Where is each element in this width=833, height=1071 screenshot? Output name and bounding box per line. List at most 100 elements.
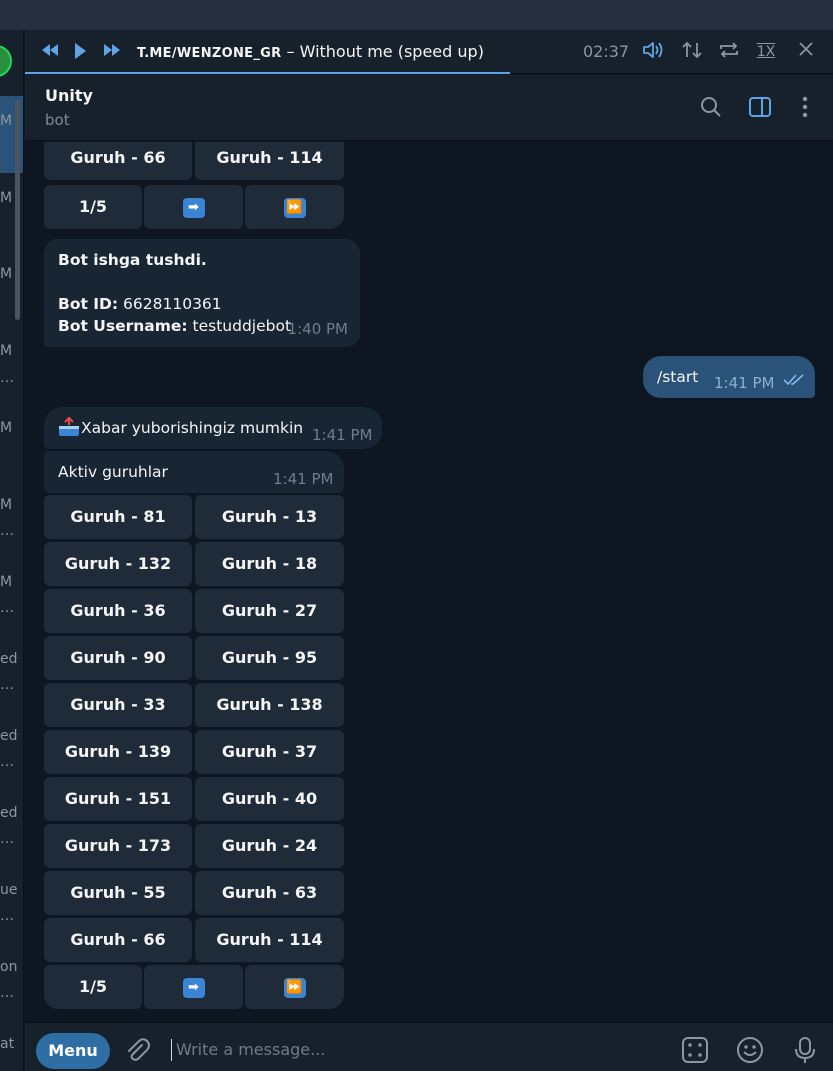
keyboard-button[interactable]: Guruh - 55 — [44, 871, 192, 915]
search-icon[interactable] — [699, 95, 725, 121]
keyboard-next-button[interactable]: ➡ — [144, 965, 243, 1009]
sidebar-toggle-icon[interactable] — [748, 95, 774, 121]
track-progress-bar[interactable] — [25, 72, 510, 74]
emoji-icon[interactable] — [736, 1036, 764, 1064]
keyboard-page-indicator[interactable]: 1/5 — [44, 185, 142, 229]
keyboard-button[interactable]: Guruh - 33 — [44, 683, 192, 727]
previous-track-icon[interactable] — [39, 42, 61, 62]
chat-list-sidebar: M M M M … M M … M … ed … ed … ed … ue … on … at — [0, 30, 24, 1071]
label: Bot Username: — [58, 317, 188, 335]
keyboard-button[interactable]: Guruh - 81 — [44, 495, 192, 539]
message-text: Bot ishga tushdi. — [58, 251, 207, 269]
message-incoming[interactable]: Xabar yuborishingiz mumkin 1:41 PM — [44, 407, 382, 449]
chat-list-item-fragment[interactable]: … — [0, 370, 23, 386]
chat-list-item-fragment[interactable]: M — [0, 420, 23, 436]
order-icon[interactable] — [679, 40, 705, 64]
fast-forward-icon: ⏩ — [283, 977, 306, 998]
chat-list-item-fragment[interactable]: on — [0, 959, 23, 975]
message-time: 1:41 PM — [714, 374, 775, 392]
message-time: 1:40 PM — [287, 320, 348, 338]
read-checkmarks-icon — [783, 371, 805, 393]
chat-list-item-fragment[interactable]: ue — [0, 882, 23, 898]
keyboard-page-indicator[interactable]: 1/5 — [44, 965, 142, 1009]
volume-icon[interactable] — [641, 40, 667, 64]
keyboard-button[interactable]: Guruh - 95 — [195, 636, 344, 680]
message-outgoing[interactable]: /start 1:41 PM — [643, 356, 815, 398]
track-title: – Without me (speed up) — [281, 42, 484, 61]
keyboard-button[interactable]: Guruh - 151 — [44, 777, 192, 821]
chat-list-item-fragment[interactable]: … — [0, 523, 23, 539]
track-source[interactable]: T.ME/WENZONE_GR — [137, 46, 281, 61]
message-area: Guruh - 66 Guruh - 114 1/5 ➡ ⏩ Bot ishga… — [25, 142, 833, 1021]
keyboard-button[interactable]: Guruh - 132 — [44, 542, 192, 586]
chat-list-item-fragment[interactable]: … — [0, 985, 23, 1001]
keyboard-button[interactable]: Guruh - 66 — [44, 918, 192, 962]
keyboard-next-button[interactable]: ➡ — [144, 185, 243, 229]
message-bot-info[interactable]: Bot ishga tushdi. Bot ID: 6628110361 Bot… — [44, 239, 360, 347]
arrow-right-icon: ➡ — [182, 197, 205, 218]
track-info[interactable]: T.ME/WENZONE_GR – Without me (speed up) — [137, 42, 484, 64]
chat-list-item-fragment[interactable]: M — [0, 113, 23, 129]
chat-list-item-fragment[interactable]: … — [0, 600, 23, 616]
keyboard-last-button[interactable]: ⏩ — [245, 185, 344, 229]
keyboard-button[interactable]: Guruh - 139 — [44, 730, 192, 774]
speed-button[interactable]: 1X — [753, 40, 779, 64]
message-text: Xabar yuborishingiz mumkin — [81, 419, 304, 437]
message-text: Aktiv guruhlar — [58, 463, 168, 481]
keyboard-button[interactable]: Guruh - 66 — [44, 142, 192, 180]
keyboard-button[interactable]: Guruh - 37 — [195, 730, 344, 774]
keyboard-button[interactable]: Guruh - 13 — [195, 495, 344, 539]
chat-list-item-fragment[interactable]: M — [0, 343, 23, 359]
sidebar-scrollbar[interactable] — [15, 100, 20, 320]
chat-list-item-fragment[interactable]: M — [0, 190, 23, 206]
chat-list-item-fragment[interactable]: ed — [0, 805, 23, 821]
chat-list-item-fragment[interactable]: ed — [0, 728, 23, 744]
chat-list-item-fragment[interactable]: at — [0, 1036, 23, 1052]
arrow-right-icon: ➡ — [182, 977, 205, 998]
chat-list-item-fragment[interactable]: … — [0, 677, 23, 693]
repeat-icon[interactable] — [716, 40, 742, 64]
microphone-icon[interactable] — [791, 1036, 819, 1064]
keyboard-button[interactable]: Guruh - 40 — [195, 777, 344, 821]
chat-list-item-fragment[interactable]: M — [0, 497, 23, 513]
next-track-icon[interactable] — [101, 42, 123, 62]
keyboard-button[interactable]: Guruh - 24 — [195, 824, 344, 868]
chat-list-item-fragment[interactable]: … — [0, 831, 23, 847]
play-icon[interactable] — [69, 42, 91, 62]
chat-status: bot — [45, 111, 70, 129]
keyboard-button[interactable]: Guruh - 27 — [195, 589, 344, 633]
chat-list-item-fragment[interactable]: M — [0, 574, 23, 590]
fast-forward-icon: ⏩ — [283, 197, 306, 218]
keyboard-button[interactable]: Guruh - 138 — [195, 683, 344, 727]
close-icon[interactable] — [793, 40, 819, 64]
keyboard-button[interactable]: Guruh - 114 — [195, 142, 344, 180]
avatar[interactable] — [0, 45, 12, 77]
keyboard-button[interactable]: Guruh - 90 — [44, 636, 192, 680]
window-titlebar — [0, 0, 833, 30]
chat-header: Unity bot — [25, 75, 833, 141]
more-options-icon[interactable] — [793, 95, 819, 121]
label: Bot ID: — [58, 295, 119, 313]
keyboard-button[interactable]: Guruh - 114 — [195, 918, 344, 962]
chat-title[interactable]: Unity — [45, 86, 93, 105]
sidebar-item-active[interactable] — [0, 96, 23, 173]
bot-menu-button[interactable]: Menu — [36, 1033, 110, 1069]
message-input[interactable]: Write a message... — [171, 1039, 325, 1061]
keyboard-button[interactable]: Guruh - 63 — [195, 871, 344, 915]
command-link[interactable]: /start — [657, 366, 698, 388]
message-line: Bot ID: 6628110361 — [58, 293, 346, 315]
keyboard-last-button[interactable]: ⏩ — [245, 965, 344, 1009]
keyboard-button[interactable]: Guruh - 173 — [44, 824, 192, 868]
message-time: 1:41 PM — [273, 470, 334, 488]
value: testuddjebot — [187, 317, 292, 335]
bot-commands-icon[interactable] — [681, 1036, 709, 1064]
chat-list-item-fragment[interactable]: … — [0, 908, 23, 924]
keyboard-button[interactable]: Guruh - 36 — [44, 589, 192, 633]
chat-list-item-fragment[interactable]: M — [0, 266, 23, 282]
chat-list-item-fragment[interactable]: ed — [0, 651, 23, 667]
attach-icon[interactable] — [123, 1036, 151, 1064]
keyboard-button[interactable]: Guruh - 18 — [195, 542, 344, 586]
message-composer: Menu Write a message... — [25, 1022, 833, 1071]
chat-list-item-fragment[interactable]: … — [0, 754, 23, 770]
message-incoming[interactable]: Aktiv guruhlar 1:41 PM — [44, 451, 344, 493]
